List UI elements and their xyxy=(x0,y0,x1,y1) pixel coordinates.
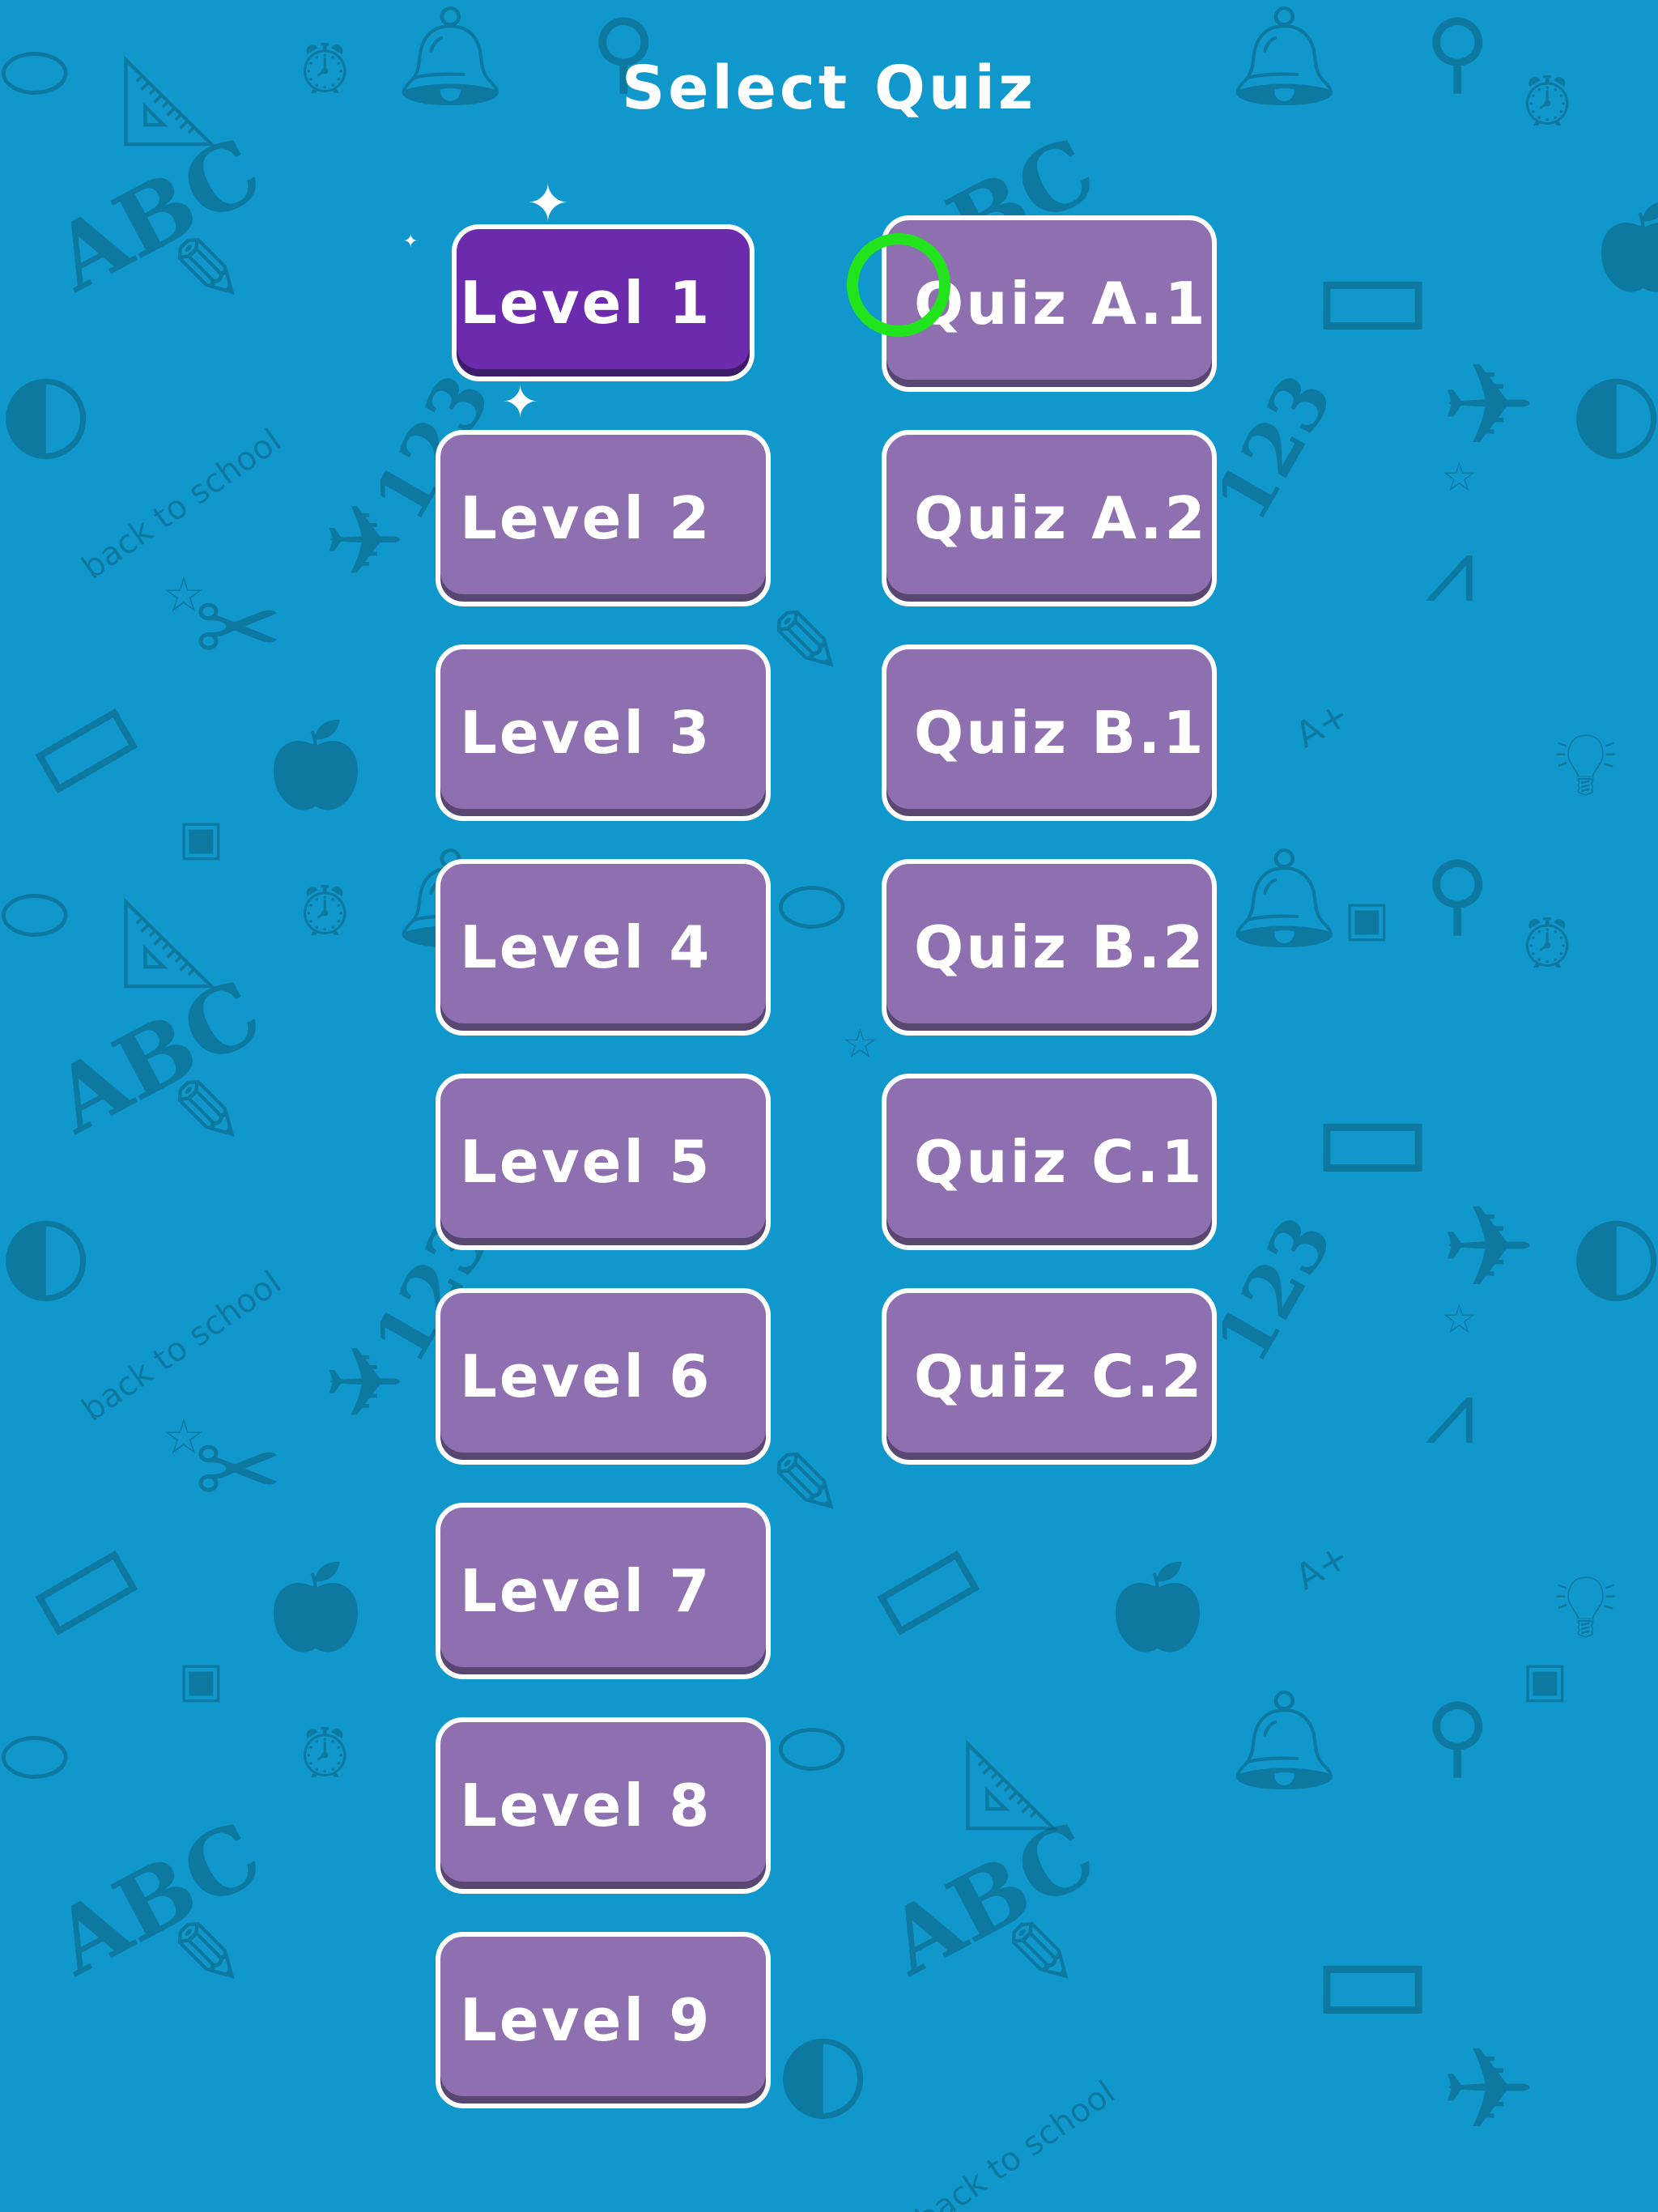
pencil-icon: ✎ xyxy=(769,591,844,695)
star-icon: ☆ xyxy=(162,1409,206,1465)
globe-icon: ◐ xyxy=(0,1190,92,1313)
level-7-button[interactable]: Level 7 xyxy=(436,1503,771,1679)
level-1-button[interactable]: Level 1 xyxy=(452,224,755,381)
star-icon: ☆ xyxy=(1441,1295,1477,1342)
level-3-button[interactable]: Level 3 xyxy=(436,644,771,821)
apple-icon: 🍎︎ xyxy=(259,1555,372,1658)
sparkle-icon: ✦ xyxy=(526,174,570,234)
paper-plane-icon: ✈ xyxy=(324,486,406,598)
apple-icon: 🍎︎ xyxy=(1101,1555,1214,1658)
level-6-button[interactable]: Level 6 xyxy=(436,1288,771,1465)
star-icon: ☆ xyxy=(1441,453,1477,500)
page-title: Select Quiz xyxy=(621,53,1037,123)
quiz-a2-button[interactable]: Quiz A.2 xyxy=(882,430,1217,606)
back-to-school-doodle: back to school xyxy=(74,1264,288,1429)
123-doodle: 123 xyxy=(1199,360,1350,535)
ruler-icon: 📐︎ xyxy=(113,891,227,994)
sparkle-icon: ✦ xyxy=(502,376,539,428)
alarm-clock-icon: ⏰︎ xyxy=(1522,907,1573,982)
globe-icon: ◐ xyxy=(1571,1190,1658,1313)
paper-plane-icon: ✈ xyxy=(1441,1182,1537,1314)
a-plus-doodle: A+ xyxy=(1288,693,1357,757)
apple-icon: 🍎︎ xyxy=(259,713,372,816)
school-doodle-background: ABC ABC ABC ABC ABC 123 123 123 123 back… xyxy=(0,0,1658,2212)
sharpener-icon: ▣ xyxy=(1344,891,1390,947)
apple-icon: 🍎︎ xyxy=(1587,194,1658,298)
notebook-icon: ▭ xyxy=(1312,1061,1435,1212)
alarm-clock-icon: ⏰︎ xyxy=(300,874,351,950)
level-2-button[interactable]: Level 2 xyxy=(436,430,771,606)
globe-icon: ◐ xyxy=(1571,348,1658,471)
ruler-icon: 📐︎ xyxy=(955,1733,1069,1836)
compass-icon: ⩘ xyxy=(1425,1360,1476,1464)
star-icon: ☆ xyxy=(162,567,206,623)
quiz-c2-button[interactable]: Quiz C.2 xyxy=(882,1288,1217,1465)
pencil-icon: ✎ xyxy=(170,1061,245,1164)
globe-icon: ◐ xyxy=(0,348,92,471)
sharpener-icon: ▣ xyxy=(1522,1652,1568,1708)
quiz-b1-button[interactable]: Quiz B.1 xyxy=(882,644,1217,821)
globe-icon: ◐ xyxy=(777,2008,869,2131)
sparkle-icon: ✦ xyxy=(403,232,419,252)
pencil-icon: ✎ xyxy=(170,1903,245,2006)
level-9-button[interactable]: Level 9 xyxy=(436,1932,771,2108)
123-doodle: 123 xyxy=(1199,1202,1350,1377)
palette-icon: ⬭ xyxy=(0,1708,70,1803)
palette-icon: ⬭ xyxy=(0,866,70,961)
magnifier-icon: ⚲ xyxy=(1425,1684,1490,1788)
lightbulb-icon: 💡︎ xyxy=(1554,1555,1617,1658)
notebook-icon: ▭ xyxy=(0,653,167,832)
compass-icon: ⩘ xyxy=(1425,518,1476,622)
quiz-b2-button[interactable]: Quiz B.2 xyxy=(882,859,1217,1036)
notebook-icon: ▭ xyxy=(1312,1903,1435,2054)
magnifier-icon: ⚲ xyxy=(1425,842,1490,946)
a-plus-doodle: A+ xyxy=(1288,1535,1357,1599)
level-5-button[interactable]: Level 5 xyxy=(436,1074,771,1250)
scissors-icon: ✂ xyxy=(194,567,283,690)
paper-plane-icon: ✈ xyxy=(324,1328,406,1440)
bell-icon: 🔔︎ xyxy=(1222,842,1346,955)
quiz-a1-button[interactable]: Quiz A.1 xyxy=(882,215,1217,392)
pencil-icon: ✎ xyxy=(170,219,245,322)
notebook-icon: ▭ xyxy=(0,1495,167,1674)
palette-icon: ⬭ xyxy=(777,1700,847,1795)
scissors-icon: ✂ xyxy=(194,1409,283,1532)
paper-plane-icon: ✈ xyxy=(1441,340,1537,472)
notebook-icon: ▭ xyxy=(838,1495,1009,1674)
paper-plane-icon: ✈ xyxy=(1441,2024,1537,2156)
pencil-icon: ✎ xyxy=(1004,1903,1079,2006)
lightbulb-icon: 💡︎ xyxy=(1554,713,1617,816)
sharpener-icon: ▣ xyxy=(178,1652,224,1708)
back-to-school-doodle: back to school xyxy=(74,422,288,587)
pencil-icon: ✎ xyxy=(769,1433,844,1537)
bell-icon: 🔔︎ xyxy=(1222,1684,1346,1797)
level-4-button[interactable]: Level 4 xyxy=(436,859,771,1036)
quiz-c1-button[interactable]: Quiz C.1 xyxy=(882,1074,1217,1250)
sharpener-icon: ▣ xyxy=(178,810,224,866)
alarm-clock-icon: ⏰︎ xyxy=(300,1716,351,1792)
notebook-icon: ▭ xyxy=(1312,219,1435,370)
level-8-button[interactable]: Level 8 xyxy=(436,1717,771,1894)
palette-icon: ⬭ xyxy=(777,858,847,953)
star-icon: ☆ xyxy=(842,1020,878,1067)
back-to-school-doodle: back to school xyxy=(908,2074,1122,2212)
